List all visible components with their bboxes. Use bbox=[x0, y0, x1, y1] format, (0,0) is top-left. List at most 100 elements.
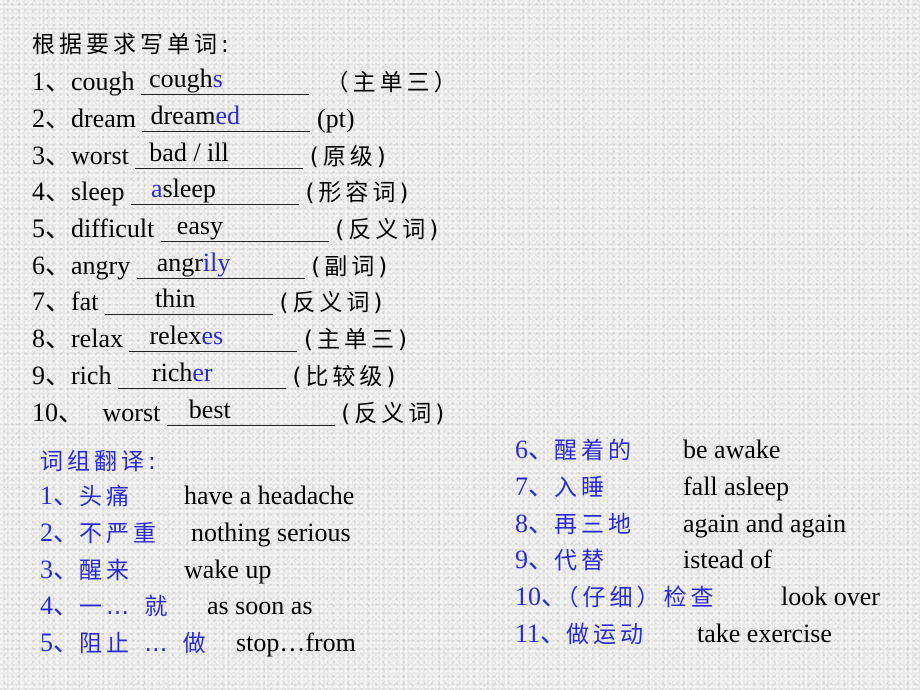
item-number: 5、 bbox=[32, 214, 72, 243]
answer-base: sleep bbox=[162, 174, 216, 203]
phrase-item: 11、做运动 take exercise bbox=[515, 616, 915, 652]
item-word: fat bbox=[71, 287, 99, 316]
item-note: (反义词) bbox=[335, 217, 443, 243]
phrase-chinese: 不严重 bbox=[79, 521, 161, 547]
answer-suffix: s bbox=[212, 64, 223, 93]
answer-suffix: er bbox=[192, 358, 213, 387]
answer-blank: easy bbox=[160, 211, 329, 242]
exercise-item: 10、 worst best (反义词) bbox=[32, 395, 448, 431]
answer-blank: dreamed bbox=[142, 101, 311, 132]
item-word: cough bbox=[71, 67, 135, 96]
phrase-item: 8、再三地 again and again bbox=[515, 506, 915, 542]
item-note: (反义词) bbox=[341, 401, 449, 427]
answer-suffix: ily bbox=[202, 248, 231, 277]
phrase-english: look over bbox=[781, 582, 880, 611]
phrase-number: 3、 bbox=[40, 555, 80, 584]
item-number: 1、 bbox=[32, 67, 72, 96]
item-number: 8、 bbox=[32, 324, 72, 353]
answer-suffix: es bbox=[201, 321, 224, 350]
exercise-item: 7、fat thin (反义词) bbox=[32, 284, 386, 320]
answer-blank: angrily bbox=[136, 248, 305, 279]
phrase-english: istead of bbox=[683, 545, 772, 574]
item-number: 3、 bbox=[32, 141, 72, 170]
phrase-english: have a headache bbox=[184, 481, 355, 510]
item-number: 6、 bbox=[32, 251, 72, 280]
item-number: 2、 bbox=[32, 104, 72, 133]
item-word: difficult bbox=[71, 214, 155, 243]
item-word: rich bbox=[71, 361, 112, 390]
item-word: sleep bbox=[71, 177, 125, 206]
phrase-number: 8、 bbox=[515, 509, 555, 538]
phrase-chinese: 做运动 bbox=[566, 622, 648, 648]
phrase-english: as soon as bbox=[207, 591, 313, 620]
item-number: 4、 bbox=[32, 177, 72, 206]
phrase-english: stop…from bbox=[236, 628, 356, 657]
item-word: angry bbox=[71, 251, 131, 280]
phrase-english: be awake bbox=[683, 435, 781, 464]
item-note: (副词) bbox=[311, 254, 392, 280]
item-word: worst bbox=[71, 141, 129, 170]
exercise-item: 9、rich richer (比较级) bbox=[32, 358, 399, 394]
item-number: 7、 bbox=[32, 287, 72, 316]
item-word: relax bbox=[71, 324, 123, 353]
phrase-chinese: 醒着的 bbox=[554, 438, 636, 464]
phrase-chinese: （仔细）检查 bbox=[567, 585, 718, 611]
item-word: dream bbox=[71, 104, 136, 133]
answer-blank: best bbox=[166, 395, 335, 426]
phrase-item: 1、头痛 have a headache bbox=[40, 478, 400, 514]
phrase-number: 7、 bbox=[515, 472, 555, 501]
exercise-item: 4、sleep asleep (形容词) bbox=[32, 174, 412, 210]
item-note: (比较级) bbox=[292, 364, 400, 390]
answer-blank: bad / ill bbox=[135, 138, 304, 169]
answer-base: relex bbox=[149, 321, 202, 350]
phrase-chinese: 头痛 bbox=[79, 484, 134, 510]
item-note: (反义词) bbox=[279, 290, 387, 316]
answer-blank: thin bbox=[104, 284, 273, 315]
phrase-english: nothing serious bbox=[191, 518, 351, 547]
phrase-english: wake up bbox=[184, 555, 272, 584]
phrase-english: take exercise bbox=[697, 619, 832, 648]
answer-blank: relexes bbox=[129, 321, 298, 352]
phrase-chinese: 代替 bbox=[554, 548, 609, 574]
answer-prefix: a bbox=[150, 174, 163, 203]
phrase-item: 3、醒来 wake up bbox=[40, 552, 400, 588]
answer-base: rich bbox=[151, 358, 193, 387]
answer-suffix: ed bbox=[215, 101, 240, 130]
phrase-number: 2、 bbox=[40, 518, 80, 547]
answer-base: angr bbox=[156, 248, 203, 277]
answer-blank: asleep bbox=[130, 174, 299, 205]
answer-base: dream bbox=[150, 101, 216, 130]
phrase-item: 2、不严重 nothing serious bbox=[40, 515, 400, 551]
answer-base: bad / ill bbox=[149, 138, 229, 167]
phrase-number: 6、 bbox=[515, 435, 555, 464]
item-word: worst bbox=[96, 398, 161, 427]
answer-base: cough bbox=[149, 64, 213, 93]
item-note: (pt) bbox=[316, 104, 355, 133]
phrase-item: 10、（仔细）检查 look over bbox=[515, 579, 915, 615]
phrase-number: 9、 bbox=[515, 545, 555, 574]
phrase-item: 6、醒着的 be awake bbox=[515, 432, 915, 468]
exercise-item: 8、relax relexes (主单三) bbox=[32, 321, 411, 357]
answer-base: easy bbox=[176, 211, 223, 240]
phrase-number: 10、 bbox=[515, 582, 568, 611]
phrase-chinese: 阻止 … 做 bbox=[79, 631, 210, 657]
phrase-number: 4、 bbox=[40, 591, 80, 620]
exercise-item: 2、dream dreamed (pt) bbox=[32, 101, 355, 137]
item-note: (形容词) bbox=[305, 180, 413, 206]
phrase-chinese: 一… 就 bbox=[79, 594, 172, 620]
phrase-item: 4、一… 就 as soon as bbox=[40, 588, 400, 624]
item-number: 10、 bbox=[32, 398, 85, 427]
exercise-item: 5、difficult easy (反义词) bbox=[32, 211, 442, 247]
phrase-english: again and again bbox=[683, 509, 847, 538]
exercise-item: 6、angry angrily (副词) bbox=[32, 248, 391, 284]
exercise-item: 3、worst bad / ill (原级) bbox=[32, 138, 390, 174]
exercise-heading: 根据要求写单词: bbox=[32, 32, 233, 58]
phrase-item: 7、入睡 fall asleep bbox=[515, 469, 915, 505]
answer-base: best bbox=[188, 395, 231, 424]
item-number: 9、 bbox=[32, 361, 72, 390]
phrase-number: 5、 bbox=[40, 628, 80, 657]
answer-blank: richer bbox=[117, 358, 286, 389]
phrase-chinese: 入睡 bbox=[554, 475, 609, 501]
item-note: (原级) bbox=[309, 144, 390, 170]
phrase-item: 9、代替 istead of bbox=[515, 542, 915, 578]
